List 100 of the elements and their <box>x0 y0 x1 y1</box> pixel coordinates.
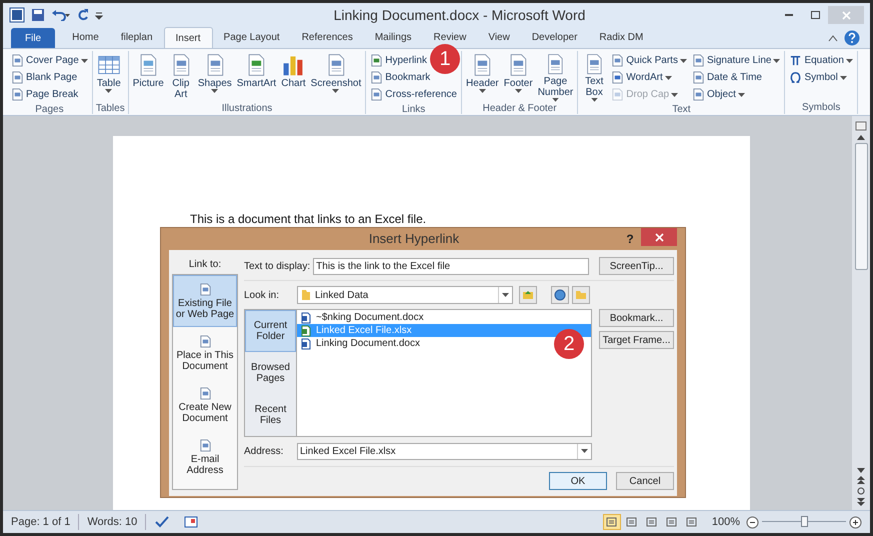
minimize-ribbon-icon[interactable] <box>828 34 838 42</box>
group-label: Pages <box>34 103 65 116</box>
ribbon-tab[interactable]: Mailings <box>364 27 423 48</box>
group-label: Links <box>400 103 426 116</box>
ribbon-button[interactable]: Cover Page <box>10 52 89 69</box>
folder-section-tab[interactable]: Browsed Pages <box>245 352 296 394</box>
new-document-icon <box>198 386 212 400</box>
zoom-slider[interactable] <box>762 516 846 528</box>
caret-icon <box>671 92 678 96</box>
caret-icon <box>502 293 509 297</box>
browse-web-button[interactable] <box>551 286 569 304</box>
link-to-option[interactable]: E-mail Address <box>173 431 237 483</box>
folder-icon <box>575 290 587 300</box>
ribbon-button[interactable]: Signature Line <box>690 52 782 69</box>
ribbon-tab[interactable]: Insert <box>164 27 213 48</box>
close-icon <box>842 10 850 20</box>
folder-section-tab[interactable]: Recent Files <box>245 394 296 436</box>
zoom-level[interactable]: 100% <box>712 514 740 530</box>
bookmark-button[interactable]: Bookmark... <box>599 309 674 327</box>
help-icon[interactable] <box>844 30 860 46</box>
target-frame-button[interactable]: Target Frame... <box>599 331 674 349</box>
ribbon-button[interactable]: Text Box <box>581 52 608 102</box>
ribbon-tab[interactable]: View <box>477 27 521 48</box>
look-in-dropdown[interactable]: Linked Data <box>297 286 513 304</box>
undo-icon[interactable] <box>51 9 71 21</box>
macro-icon[interactable] <box>184 516 198 528</box>
up-folder-icon <box>522 290 534 300</box>
ribbon-button[interactable]: SmartArt <box>236 52 278 102</box>
ribbon-button[interactable]: Object <box>690 86 746 103</box>
link-to-option[interactable]: Create New Document <box>173 379 237 431</box>
ribbon-button[interactable]: Symbol <box>788 69 848 86</box>
folder-section-tab[interactable]: Current Folder <box>245 310 296 352</box>
ribbon-button[interactable]: Screenshot <box>310 52 362 102</box>
screentip-button[interactable]: ScreenTip... <box>599 257 674 275</box>
text-to-display-field[interactable]: This is the link to the Excel file <box>313 258 589 274</box>
ribbon-button[interactable]: Page Break <box>10 86 80 103</box>
ribbon-tab[interactable]: Developer <box>520 27 588 48</box>
ribbon-tab[interactable]: Radix DM <box>588 27 654 48</box>
close-button[interactable] <box>641 228 677 246</box>
caret-icon <box>590 98 598 102</box>
file-list-item[interactable]: ~$nking Document.docx <box>297 311 591 324</box>
customize-menu-icon[interactable] <box>95 10 103 20</box>
help-button[interactable]: ? <box>619 230 641 248</box>
proofing-icon[interactable] <box>154 515 170 529</box>
ribbon-button[interactable]: Blank Page <box>10 69 78 86</box>
link-to-label: Link to: <box>188 258 222 272</box>
link-to-option[interactable]: Place in This Document <box>173 327 237 379</box>
web-page-icon <box>198 282 212 296</box>
address-label: Address: <box>244 444 284 458</box>
link-to-option[interactable]: Existing File or Web Page <box>173 275 237 327</box>
next-page-icon[interactable] <box>857 498 865 506</box>
page-view-icon <box>666 517 678 527</box>
caret-icon <box>332 89 340 93</box>
word-count[interactable]: Words: 10 <box>79 514 146 530</box>
ribbon-button[interactable]: WordArt <box>610 69 673 86</box>
file-tab[interactable]: File <box>11 28 56 48</box>
scroll-thumb[interactable] <box>854 143 868 270</box>
ribbon-button[interactable]: Shapes <box>196 52 233 102</box>
ribbon-button[interactable]: Header <box>464 52 500 102</box>
ribbon-tab[interactable]: Page Layout <box>212 27 291 48</box>
caret-icon <box>846 58 853 62</box>
ribbon-button[interactable]: Quick Parts <box>610 52 688 69</box>
scroll-down-icon[interactable] <box>857 468 865 473</box>
cancel-button[interactable]: Cancel <box>616 472 674 490</box>
ribbon-button[interactable]: Hyperlink <box>369 52 428 69</box>
caret-icon <box>773 58 780 62</box>
text-to-display-label: Text to display: <box>244 260 310 274</box>
ribbon-button[interactable]: Clip Art <box>168 52 194 102</box>
ribbon-button[interactable]: Chart <box>280 52 307 102</box>
page-count[interactable]: Page: 1 of 1 <box>11 514 80 530</box>
address-field[interactable]: Linked Excel File.xlsx <box>297 442 592 460</box>
redo-icon[interactable] <box>77 9 89 21</box>
ribbon-button[interactable]: Date & Time <box>690 69 763 86</box>
view-button[interactable] <box>602 514 621 530</box>
zoom-thumb[interactable] <box>801 516 808 527</box>
ribbon-button[interactable]: Equation <box>788 52 854 69</box>
ribbon-button[interactable]: Footer <box>502 52 534 102</box>
ok-button[interactable]: OK <box>549 472 607 490</box>
group-label: Symbols <box>801 101 842 114</box>
ruler-toggle-icon[interactable] <box>855 120 867 132</box>
ribbon-button[interactable]: Table <box>96 52 122 102</box>
document-icon <box>300 338 312 350</box>
dialog-title: Insert Hyperlink <box>368 230 460 248</box>
zoom-in-icon[interactable] <box>849 516 862 528</box>
page-view-icon <box>686 517 698 527</box>
ribbon-button[interactable]: Picture <box>132 52 165 102</box>
ribbon-tab[interactable]: References <box>290 27 364 48</box>
ribbon-button[interactable]: Bookmark <box>369 69 432 86</box>
save-icon[interactable] <box>31 8 45 22</box>
ribbon-button[interactable]: Page Number <box>536 52 574 102</box>
ribbon-tab[interactable]: fileplan <box>110 27 164 48</box>
previous-page-icon[interactable] <box>857 476 865 484</box>
browse-object-icon[interactable] <box>857 487 865 495</box>
zoom-out-icon[interactable] <box>746 516 759 528</box>
ribbon-button[interactable]: Cross-reference <box>369 86 458 103</box>
up-folder-button[interactable] <box>519 286 537 304</box>
page-view-icon <box>626 517 638 527</box>
scroll-up-icon[interactable] <box>857 135 865 140</box>
caret-icon <box>105 89 112 93</box>
ribbon-tab[interactable]: Home <box>61 27 110 48</box>
